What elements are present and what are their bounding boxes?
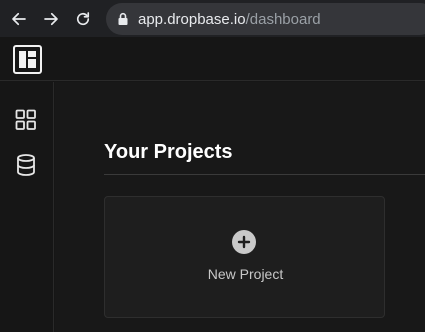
page-title: Your Projects: [104, 141, 233, 163]
new-project-card[interactable]: New Project: [104, 196, 385, 318]
url-host: app.dropbase.io: [138, 10, 246, 28]
lock-icon[interactable]: [116, 12, 130, 26]
forward-arrow-icon[interactable]: [40, 8, 62, 30]
address-bar[interactable]: app.dropbase.io/dashboard: [106, 3, 425, 35]
database-icon[interactable]: [14, 153, 38, 177]
main-content: Your Projects New Project: [55, 82, 425, 332]
reload-icon[interactable]: [72, 8, 94, 30]
dropbase-logo-icon[interactable]: [13, 45, 42, 74]
title-divider: [104, 174, 425, 175]
grid-icon[interactable]: [14, 108, 38, 132]
url-path: /dashboard: [245, 10, 321, 28]
app-header: [0, 37, 425, 81]
new-project-label: New Project: [207, 266, 284, 282]
browser-toolbar: app.dropbase.io/dashboard: [0, 0, 425, 37]
back-arrow-icon[interactable]: [8, 8, 30, 30]
plus-circle-icon[interactable]: [232, 230, 256, 254]
sidebar: [0, 82, 54, 332]
